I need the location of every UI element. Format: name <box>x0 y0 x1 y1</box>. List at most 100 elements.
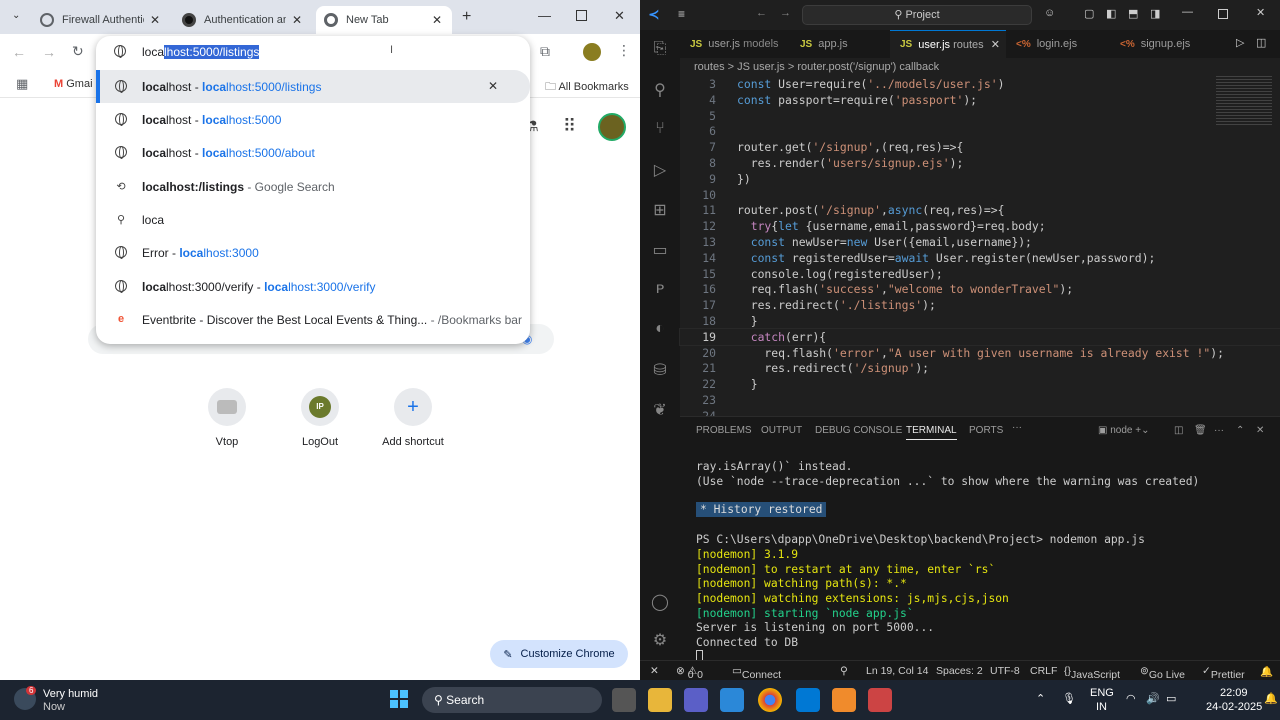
database-icon[interactable]: ⛁ <box>650 360 670 380</box>
reload-icon[interactable]: ↻ <box>72 43 84 60</box>
notifications-icon[interactable]: 🔔 <box>1260 665 1273 678</box>
profile-avatar[interactable] <box>583 43 601 61</box>
code-line[interactable]: 13 const newUser=new User({email,usernam… <box>680 234 1280 250</box>
code-line[interactable]: 6 <box>680 123 1280 139</box>
taskbar-search[interactable]: ⚲ Search <box>422 687 602 713</box>
suggestion-item[interactable]: e Eventbrite - Discover the Best Local E… <box>96 303 530 336</box>
menu-icon[interactable]: ⋮ <box>617 42 631 59</box>
code-line[interactable]: 16 req.flash('success',"welcome to wonde… <box>680 281 1280 297</box>
shortcut-logout[interactable]: IP LogOut <box>280 388 360 448</box>
code-line[interactable]: 21 res.redirect('/signup'); <box>680 360 1280 376</box>
battery-icon[interactable]: ▭ <box>1166 692 1176 705</box>
language-indicator[interactable]: ENG <box>1090 687 1114 699</box>
zoom-icon[interactable]: ⚲ <box>840 665 848 677</box>
extensions-icon[interactable]: ⧉ <box>540 43 550 60</box>
code-line[interactable]: 7 router.get('/signup',(req,res)=>{ <box>680 139 1280 155</box>
code-line[interactable]: 12 try{let {username,email,password}=req… <box>680 218 1280 234</box>
command-center-search[interactable]: ⚲ Project <box>802 5 1032 25</box>
terminal-selector[interactable]: ▣ node +⌄ <box>1098 425 1149 436</box>
suggestion-item[interactable]: Error - localhost:3000 <box>96 236 530 269</box>
customize-chrome-button[interactable]: ✎ Customize Chrome <box>490 640 628 668</box>
maximize-panel-icon[interactable]: ⌃ <box>1236 425 1244 436</box>
code-editor[interactable]: 3 const User=require('../models/user.js')… <box>679 76 1280 423</box>
bookmark-gmail[interactable]: M Gmai <box>54 78 93 90</box>
thunder-client-icon[interactable]: ◐ <box>650 320 670 340</box>
suggestion-item[interactable]: ⚲ loca <box>96 203 530 236</box>
store-icon[interactable] <box>720 688 744 712</box>
copilot-icon[interactable]: ☺ <box>1044 7 1055 19</box>
tray-overflow-icon[interactable]: ⌃ <box>1036 692 1045 705</box>
cursor-position[interactable]: Ln 19, Col 14 <box>866 665 928 677</box>
all-bookmarks[interactable]: 🗀 All Bookmarks <box>545 78 629 97</box>
clock-time[interactable]: 22:09 <box>1220 687 1248 699</box>
code-line[interactable]: 5 <box>680 108 1280 124</box>
code-line[interactable]: 23 <box>680 392 1280 408</box>
file-explorer-icon[interactable] <box>648 688 672 712</box>
forward-icon[interactable]: → <box>42 44 56 60</box>
notification-bell-icon[interactable]: 🔔 <box>1264 692 1278 705</box>
code-line[interactable]: 20 req.flash('error',"A user with given … <box>680 345 1280 361</box>
code-line[interactable]: 14 const registeredUser=await User.regis… <box>680 250 1280 266</box>
language-mode[interactable]: {} JavaScript <box>1064 665 1120 680</box>
code-line[interactable]: 3 const User=require('../models/user.js') <box>680 76 1280 92</box>
minimize-icon[interactable]: — <box>538 8 551 23</box>
address-bar[interactable]: localhost:5000/listings I <box>96 36 530 68</box>
panel-tab-debug-console[interactable]: DEBUG CONSOLE <box>815 425 902 436</box>
remote-explorer-icon[interactable]: ▭ <box>650 240 670 260</box>
shortcut-add[interactable]: + Add shortcut <box>373 388 453 448</box>
breadcrumb-item[interactable]: routes <box>694 61 725 73</box>
clock-date[interactable]: 24-02-2025 <box>1206 701 1262 713</box>
volume-icon[interactable]: 🔊 <box>1146 692 1160 705</box>
address-input[interactable]: localhost:5000/listings <box>142 45 260 59</box>
code-line[interactable]: 9}) <box>680 171 1280 187</box>
close-window-icon[interactable]: ✕ <box>1256 6 1265 19</box>
split-terminal-icon[interactable]: ◫ <box>1174 425 1183 436</box>
split-editor-icon[interactable]: ◫ <box>1256 36 1266 49</box>
profile-avatar-large[interactable] <box>598 113 626 141</box>
close-icon[interactable]: ✕ <box>991 38 1000 51</box>
remote-icon[interactable]: ✕ <box>650 665 659 677</box>
task-view-icon[interactable] <box>612 688 636 712</box>
close-window-icon[interactable]: ✕ <box>614 8 625 24</box>
search-icon[interactable]: ⚲ <box>650 80 670 100</box>
breadcrumb-item[interactable]: JS user.js <box>737 61 785 73</box>
run-debug-icon[interactable]: ▷ <box>650 160 670 180</box>
vlc-icon[interactable] <box>832 688 856 712</box>
panel-tab-ports[interactable]: PORTS <box>969 425 1003 436</box>
line-ending[interactable]: CRLF <box>1030 665 1057 677</box>
breadcrumb-item[interactable]: router.post('/signup') callback <box>797 61 939 73</box>
indentation[interactable]: Spaces: 2 <box>936 665 983 677</box>
suggestion-item[interactable]: localhost - localhost:5000/listings ✕ <box>96 70 530 103</box>
toggle-secondary-icon[interactable]: ◨ <box>1150 7 1160 20</box>
code-line[interactable]: 4 const passport=require('passport'); <box>680 92 1280 108</box>
close-icon[interactable]: ✕ <box>290 13 304 27</box>
wifi-icon[interactable]: ◠ <box>1126 692 1136 705</box>
nav-forward-icon[interactable]: → <box>780 7 791 19</box>
prettier-status[interactable]: ✓ Prettier <box>1202 665 1245 680</box>
code-line[interactable]: 8 res.render('users/signup.ejs'); <box>680 155 1280 171</box>
remove-suggestion-icon[interactable]: ✕ <box>488 79 498 93</box>
tab-search-icon[interactable]: ⌄ <box>12 10 20 21</box>
code-line[interactable]: 18 } <box>680 313 1280 329</box>
tab-user-js-routes[interactable]: JS user.js routes ✕ <box>890 30 1006 58</box>
close-icon[interactable]: ✕ <box>148 13 162 27</box>
tab-login-ejs[interactable]: <% login.ejs <box>1006 30 1110 58</box>
tab-app-js[interactable]: JS app.js <box>790 30 890 58</box>
toggle-panel-icon[interactable]: ⬒ <box>1128 7 1138 20</box>
close-icon[interactable]: ✕ <box>430 13 444 27</box>
minimize-icon[interactable]: — <box>1182 6 1193 18</box>
back-icon[interactable]: ← <box>12 44 26 60</box>
maximize-icon[interactable] <box>1218 9 1228 19</box>
panel-more-icon[interactable]: ··· <box>1214 425 1224 436</box>
extensions-icon[interactable]: ⊞ <box>650 200 670 220</box>
teams-icon[interactable] <box>684 688 708 712</box>
snipping-tool-icon[interactable] <box>868 688 892 712</box>
tab-firewall[interactable]: Firewall Authentica ✕ <box>32 6 170 34</box>
panel-tab-terminal[interactable]: TERMINAL <box>906 425 957 440</box>
code-line[interactable]: 17 res.redirect('./listings'); <box>680 297 1280 313</box>
suggestion-item[interactable]: localhost - localhost:5000/about <box>96 136 530 169</box>
code-line[interactable]: 11 router.post('/signup',async(req,res)=>… <box>680 202 1280 218</box>
settings-gear-icon[interactable]: ⚙ <box>650 630 670 650</box>
chrome-taskbar-icon[interactable] <box>758 688 782 712</box>
trash-icon[interactable]: 🗑 <box>1194 425 1207 436</box>
